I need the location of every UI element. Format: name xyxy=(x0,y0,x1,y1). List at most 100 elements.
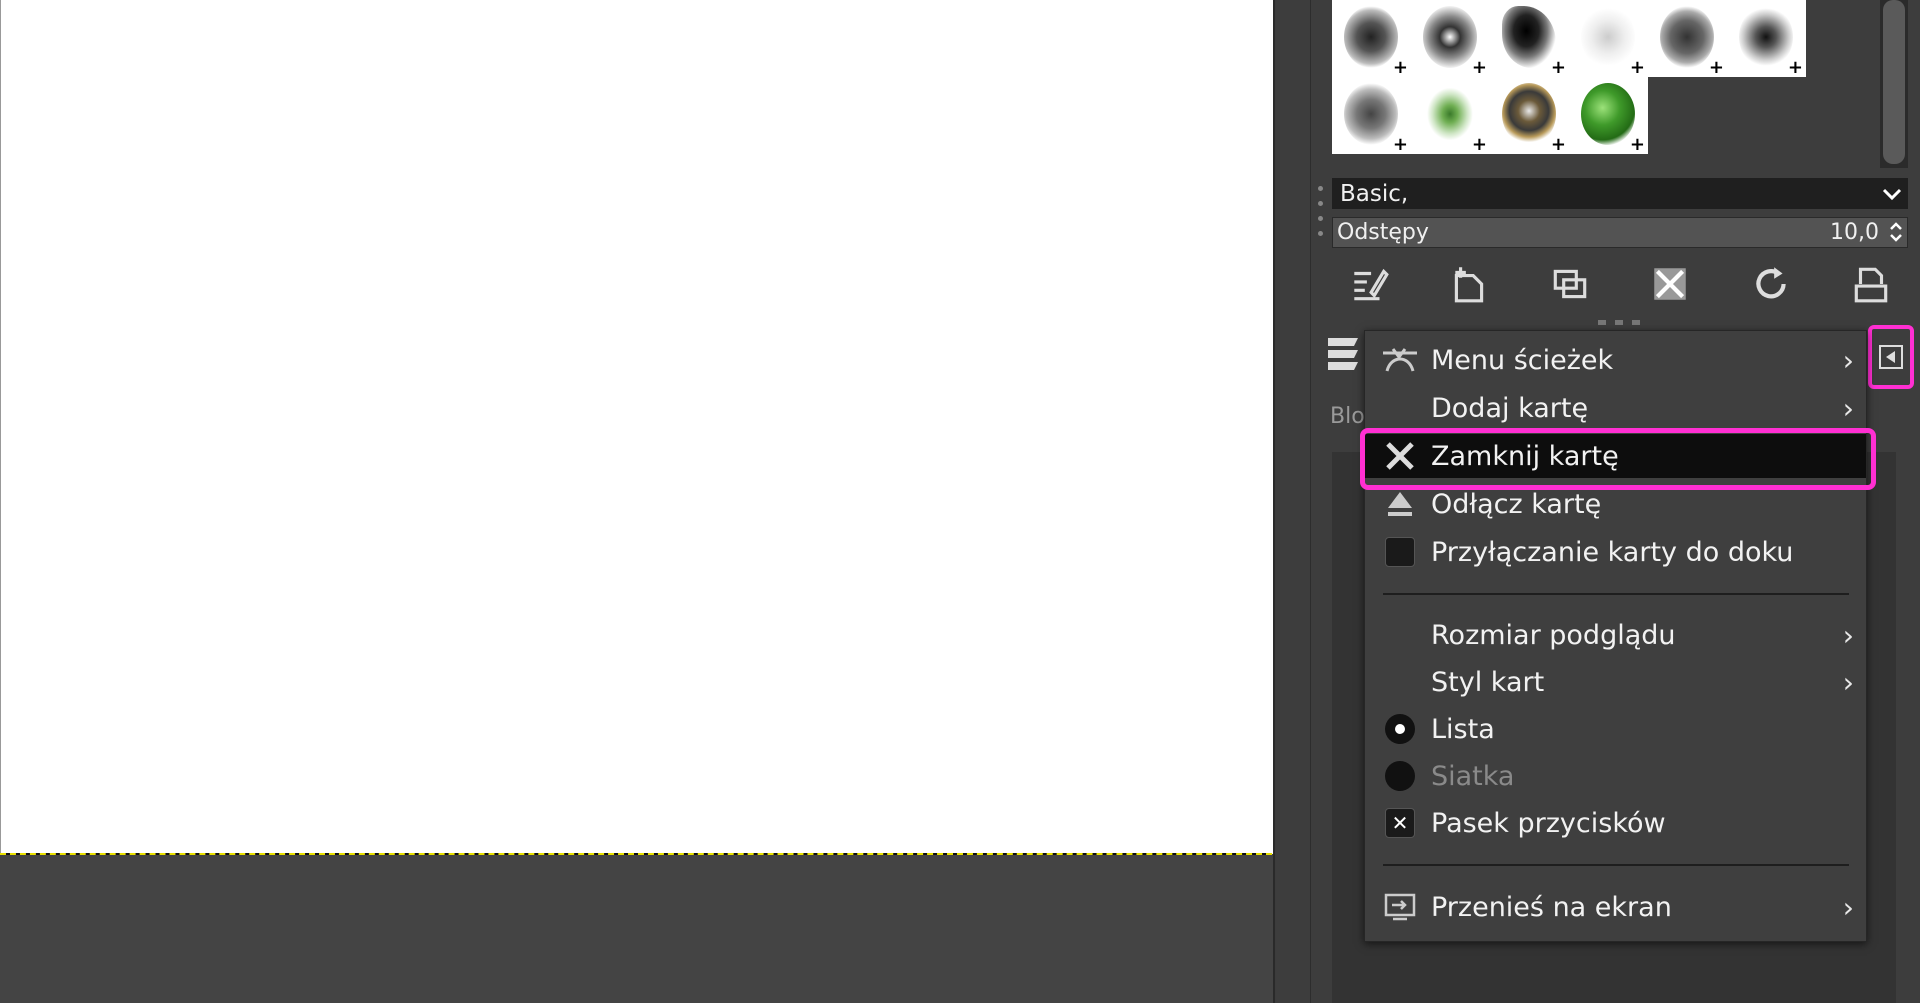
menu-item-label: Dodaj kartę xyxy=(1431,392,1589,424)
brush-item[interactable]: + xyxy=(1648,0,1727,77)
brush-scrollbar-thumb[interactable] xyxy=(1883,0,1905,164)
brush-item[interactable]: + xyxy=(1490,0,1569,77)
menu-item-paths-menu[interactable]: Menu ścieżek › xyxy=(1365,338,1866,382)
menu-item-detach-tab[interactable]: Odłącz kartę xyxy=(1365,482,1866,526)
new-brush-button[interactable] xyxy=(1444,259,1494,309)
canvas-boundary-marching-ants xyxy=(0,853,1272,855)
brush-expand-marker: + xyxy=(1392,134,1408,155)
brush-grid-empty xyxy=(1648,77,1727,154)
brush-preview xyxy=(1344,6,1398,68)
menu-item-label: Zamknij kartę xyxy=(1431,440,1619,472)
menu-item-close-tab[interactable]: Zamknij kartę xyxy=(1365,434,1866,478)
menu-item-auto-follow-active[interactable]: Przyłączanie karty do doku xyxy=(1365,530,1866,574)
dock-tab-label: Blo xyxy=(1330,404,1365,429)
spacing-slider[interactable]: Odstępy 10,0 xyxy=(1332,217,1908,248)
menu-item-show-button-bar[interactable]: ✕ Pasek przycisków xyxy=(1365,801,1866,845)
checkbox-checked-icon: ✕ xyxy=(1381,804,1419,842)
duplicate-icon xyxy=(1553,269,1587,299)
brush-item[interactable]: + xyxy=(1569,77,1648,154)
close-icon xyxy=(1381,437,1419,475)
open-as-image-icon xyxy=(1854,267,1888,303)
brush-tag-filter-value: Basic, xyxy=(1340,180,1409,207)
brush-item[interactable]: + xyxy=(1490,77,1569,154)
menu-item-label: Styl kart xyxy=(1431,666,1545,698)
edit-brush-button[interactable] xyxy=(1344,259,1394,309)
menu-item-tab-style[interactable]: Styl kart › xyxy=(1365,660,1866,704)
menu-item-label: Odłącz kartę xyxy=(1431,488,1602,520)
brush-expand-marker: + xyxy=(1471,57,1487,78)
menu-item-label: Przyłączanie karty do doku xyxy=(1431,536,1794,568)
canvas-panel-divider[interactable] xyxy=(1273,0,1275,1003)
chevron-right-icon: › xyxy=(1842,618,1854,652)
brush-item[interactable]: + xyxy=(1727,0,1806,77)
tab-context-menu: Menu ścieżek › Dodaj kartę › Zamknij kar… xyxy=(1364,330,1867,942)
menu-item-label: Menu ścieżek xyxy=(1431,344,1614,376)
image-canvas[interactable] xyxy=(0,0,1273,854)
brush-item[interactable]: + xyxy=(1411,77,1490,154)
menu-item-add-tab[interactable]: Dodaj kartę › xyxy=(1365,386,1866,430)
spacing-label: Odstępy xyxy=(1337,220,1429,245)
dock-inner-divider xyxy=(1310,0,1311,1003)
radio-button xyxy=(1385,761,1415,791)
checkbox[interactable] xyxy=(1385,537,1415,567)
brush-preview xyxy=(1502,6,1556,68)
menu-item-label: Przenieś na ekran xyxy=(1431,891,1672,923)
radio-unselected-icon xyxy=(1381,757,1419,795)
brush-item[interactable]: + xyxy=(1569,0,1648,77)
spin-arrows-icon[interactable] xyxy=(1885,220,1907,246)
radio-button[interactable] xyxy=(1385,714,1415,744)
open-brush-as-image-button[interactable] xyxy=(1846,259,1896,309)
delete-brush-button[interactable] xyxy=(1645,259,1695,309)
brush-preview xyxy=(1581,83,1635,145)
tab-menu-icon xyxy=(1879,345,1903,369)
menu-item-view-as-grid: Siatka xyxy=(1365,754,1866,798)
chevron-right-icon: › xyxy=(1842,391,1854,425)
brush-expand-marker: + xyxy=(1550,57,1566,78)
gimp-window: + + + + + + + + + + Basic, Odstępy 10,0 … xyxy=(0,0,1920,1003)
duplicate-brush-button[interactable] xyxy=(1545,259,1595,309)
edit-icon xyxy=(1354,268,1389,301)
brush-item[interactable]: + xyxy=(1332,77,1411,154)
menu-item-label: Siatka xyxy=(1431,760,1515,792)
detach-icon xyxy=(1381,485,1419,523)
refresh-brushes-button[interactable] xyxy=(1746,259,1796,309)
delete-icon xyxy=(1654,268,1686,300)
chevron-right-icon: › xyxy=(1842,343,1854,377)
new-document-icon xyxy=(1455,267,1484,303)
brush-item[interactable]: + xyxy=(1411,0,1490,77)
brush-preview xyxy=(1739,6,1793,68)
dock-resize-handle[interactable] xyxy=(1318,186,1324,236)
brush-item[interactable]: + xyxy=(1332,0,1411,77)
paths-icon xyxy=(1381,341,1419,379)
brush-expand-marker: + xyxy=(1471,134,1487,155)
spacing-value: 10,0 xyxy=(1830,220,1879,245)
menu-item-move-to-screen[interactable]: Przenieś na ekran › xyxy=(1365,885,1866,929)
menu-item-label: Pasek przycisków xyxy=(1431,807,1666,839)
radio-selected-icon xyxy=(1381,710,1419,748)
brush-expand-marker: + xyxy=(1629,134,1645,155)
brush-expand-marker: + xyxy=(1392,57,1408,78)
menu-item-label: Lista xyxy=(1431,713,1495,745)
chevron-down-icon[interactable] xyxy=(1876,182,1908,206)
brush-preview xyxy=(1581,6,1635,68)
brush-grid-empty xyxy=(1727,77,1806,154)
dock-separator-grip[interactable] xyxy=(1598,320,1640,326)
chevron-right-icon: › xyxy=(1842,890,1854,924)
brush-preview xyxy=(1344,83,1398,145)
brush-expand-marker: + xyxy=(1550,134,1566,155)
screen-move-icon xyxy=(1381,888,1419,926)
brush-tag-filter[interactable]: Basic, xyxy=(1332,178,1908,209)
brush-toolbar xyxy=(1332,256,1908,312)
layers-tab[interactable] xyxy=(1324,330,1364,378)
menu-item-view-as-list[interactable]: Lista xyxy=(1365,707,1866,751)
image-canvas-area[interactable] xyxy=(0,0,1275,1003)
menu-item-label: Rozmiar podglądu xyxy=(1431,619,1676,651)
menu-item-preview-size[interactable]: Rozmiar podglądu › xyxy=(1365,613,1866,657)
tab-menu-button[interactable] xyxy=(1868,325,1914,389)
brush-preview xyxy=(1502,83,1556,145)
checkbox[interactable]: ✕ xyxy=(1385,808,1415,838)
refresh-icon xyxy=(1755,267,1786,299)
menu-separator xyxy=(1383,593,1849,595)
brush-preview xyxy=(1660,6,1714,68)
checkbox-unchecked-icon xyxy=(1381,533,1419,571)
